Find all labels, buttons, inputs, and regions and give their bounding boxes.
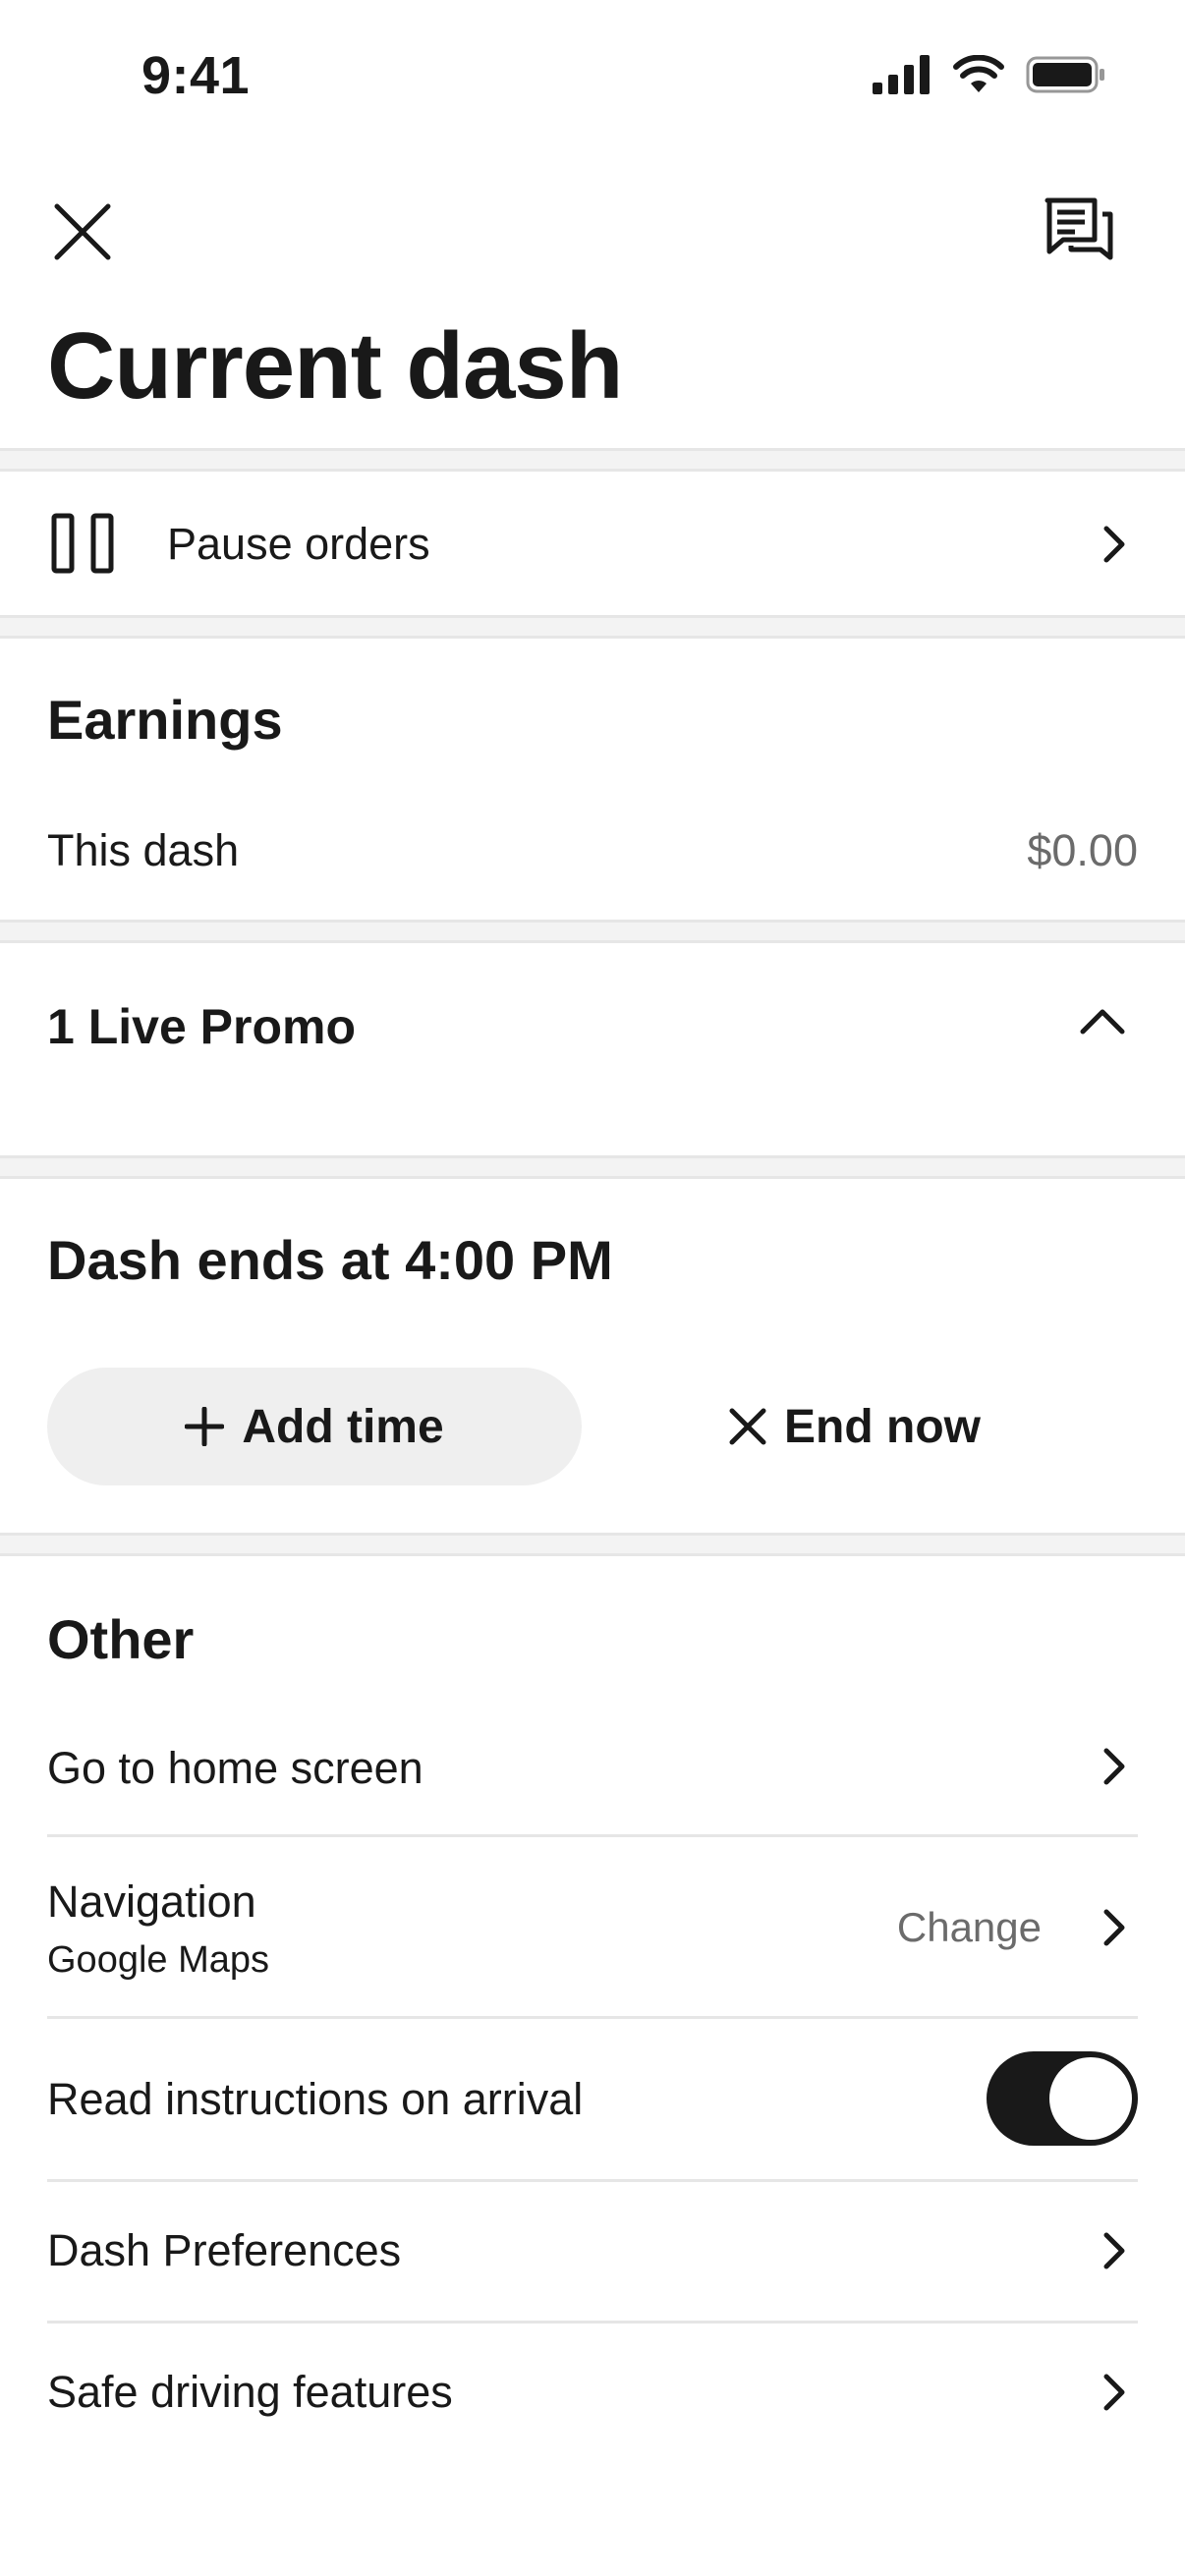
pause-icon (51, 513, 114, 574)
other-title: Other (47, 1608, 195, 1670)
safe-driving-row[interactable]: Safe driving features (0, 2324, 1185, 2461)
chat-icon[interactable] (1044, 196, 1114, 265)
chevron-right-icon (1103, 526, 1125, 563)
chevron-right-icon (1103, 2374, 1125, 2411)
chevron-up-icon (1080, 1009, 1125, 1035)
chevron-right-icon (1103, 2232, 1125, 2269)
navigation-label: Navigation (47, 1876, 256, 1927)
read-instructions-label: Read instructions on arrival (47, 2074, 584, 2124)
close-icon (729, 1408, 766, 1445)
this-dash-label: This dash (47, 825, 240, 875)
battery-icon (1026, 56, 1104, 93)
section-divider (0, 920, 1185, 943)
toggle-knob (1049, 2057, 1132, 2140)
dash-preferences-label: Dash Preferences (47, 2225, 402, 2275)
pause-orders-row[interactable]: Pause orders (0, 472, 1185, 617)
go-home-label: Go to home screen (47, 1743, 423, 1793)
status-time: 9:41 (141, 46, 251, 105)
signal-icon (873, 55, 930, 94)
navigation-value: Google Maps (47, 1939, 270, 1981)
dash-ends-title: Dash ends at 4:00 PM (47, 1229, 613, 1291)
pause-orders-label: Pause orders (167, 519, 430, 569)
navigation-change: Change (896, 1904, 1042, 1950)
wifi-icon (953, 55, 1004, 92)
go-home-row[interactable]: Go to home screen (0, 1700, 1185, 1833)
end-now-button[interactable]: End now (707, 1368, 1002, 1485)
page-title: Current dash (47, 313, 623, 419)
this-dash-earnings: $0.00 (1027, 825, 1138, 875)
earnings-title: Earnings (47, 689, 283, 751)
read-instructions-toggle[interactable] (987, 2051, 1138, 2146)
navigation-row[interactable]: Navigation Google Maps Change (0, 1837, 1185, 2016)
add-time-label: Add time (242, 1400, 444, 1453)
section-divider (0, 615, 1185, 639)
live-promo-header[interactable]: 1 Live Promo (0, 943, 1185, 1159)
section-divider (0, 1155, 1185, 1179)
plus-icon (185, 1407, 225, 1446)
safe-driving-label: Safe driving features (47, 2367, 453, 2417)
dash-preferences-row[interactable]: Dash Preferences (0, 2182, 1185, 2320)
section-divider (0, 1533, 1185, 1556)
end-now-label: End now (784, 1400, 981, 1453)
section-divider (0, 448, 1185, 472)
close-icon[interactable] (53, 202, 112, 261)
live-promo-title: 1 Live Promo (47, 999, 356, 1054)
status-icons (873, 55, 1106, 94)
chevron-right-icon (1103, 1909, 1125, 1946)
chevron-right-icon (1103, 1748, 1125, 1785)
add-time-button[interactable]: Add time (47, 1368, 582, 1485)
